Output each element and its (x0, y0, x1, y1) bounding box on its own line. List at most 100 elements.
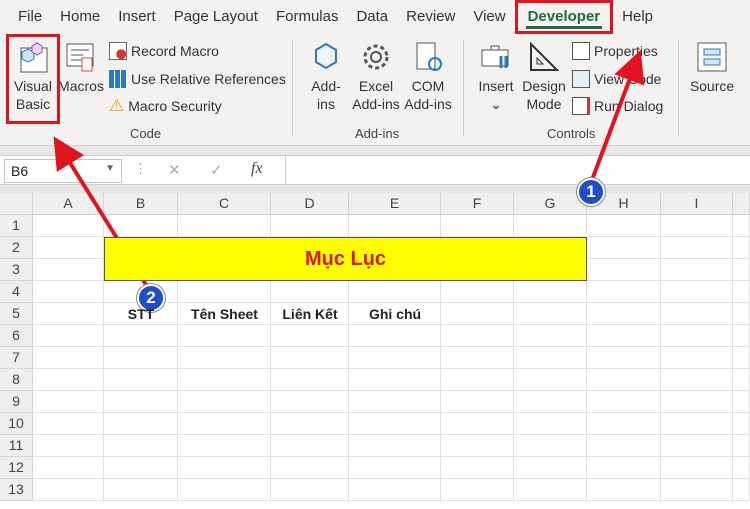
menu-data[interactable]: Data (347, 0, 397, 34)
cell[interactable] (33, 259, 104, 281)
column-header[interactable]: G (514, 193, 587, 215)
cell[interactable] (441, 215, 514, 237)
use-relative-references-button[interactable]: Use Relative References (109, 68, 286, 90)
name-box[interactable]: B6 ▼ (4, 159, 122, 183)
cell[interactable] (271, 457, 349, 479)
column-header[interactable]: F (441, 193, 514, 215)
cell[interactable] (271, 413, 349, 435)
cell[interactable] (104, 215, 178, 237)
cell[interactable] (441, 435, 514, 457)
cell[interactable] (178, 435, 271, 457)
cell[interactable] (441, 325, 514, 347)
cell[interactable] (33, 369, 104, 391)
cell[interactable] (349, 435, 441, 457)
merged-title-cell[interactable]: Mục Lục (104, 237, 587, 281)
select-all-button[interactable] (0, 193, 33, 215)
cell[interactable] (271, 369, 349, 391)
cell[interactable] (733, 325, 750, 347)
cell[interactable] (104, 413, 178, 435)
row-header[interactable]: 12 (0, 457, 33, 479)
view-code-button[interactable]: View Code (572, 68, 661, 90)
cell[interactable] (33, 435, 104, 457)
cell[interactable] (733, 413, 750, 435)
cell[interactable] (441, 369, 514, 391)
menu-review[interactable]: Review (397, 0, 464, 34)
cell[interactable] (733, 347, 750, 369)
cell[interactable] (514, 413, 587, 435)
header-ten-sheet[interactable]: Tên Sheet (178, 303, 271, 325)
cell[interactable] (178, 215, 271, 237)
cell[interactable] (33, 479, 104, 501)
cell[interactable] (661, 413, 733, 435)
cell[interactable] (441, 281, 514, 303)
macros-button[interactable]: Macros (58, 40, 104, 95)
cell[interactable] (271, 347, 349, 369)
cell[interactable] (271, 215, 349, 237)
run-dialog-button[interactable]: Run Dialog (572, 95, 663, 117)
cell[interactable] (514, 347, 587, 369)
row-header[interactable]: 2 (0, 237, 33, 259)
column-header[interactable]: C (178, 193, 271, 215)
row-header[interactable]: 1 (0, 215, 33, 237)
row-header[interactable]: 6 (0, 325, 33, 347)
cell[interactable] (661, 391, 733, 413)
cell[interactable] (104, 347, 178, 369)
cell[interactable] (733, 435, 750, 457)
cell[interactable] (441, 303, 514, 325)
cell[interactable] (178, 281, 271, 303)
column-header[interactable]: I (661, 193, 733, 215)
column-header[interactable]: A (33, 193, 104, 215)
cell[interactable] (661, 237, 733, 259)
row-header[interactable]: 7 (0, 347, 33, 369)
column-header[interactable]: B (104, 193, 178, 215)
enter-icon[interactable]: ✓ (210, 161, 223, 179)
insert-control-button[interactable]: Insert ⌄ (475, 40, 517, 113)
cell[interactable] (271, 325, 349, 347)
cell[interactable] (104, 391, 178, 413)
menu-page-layout[interactable]: Page Layout (165, 0, 267, 34)
cell[interactable] (441, 391, 514, 413)
menu-insert[interactable]: Insert (109, 0, 165, 34)
cell[interactable] (271, 391, 349, 413)
cell[interactable] (178, 457, 271, 479)
cell[interactable] (514, 325, 587, 347)
cell[interactable] (733, 457, 750, 479)
cell[interactable] (33, 215, 104, 237)
excel-add-ins-button[interactable]: Excel Add-ins (350, 40, 402, 113)
macro-security-button[interactable]: ⚠ Macro Security (109, 95, 222, 117)
cell[interactable] (33, 413, 104, 435)
cell[interactable] (349, 369, 441, 391)
record-macro-button[interactable]: Record Macro (109, 40, 219, 62)
cell[interactable] (178, 391, 271, 413)
cell[interactable] (733, 303, 750, 325)
com-add-ins-button[interactable]: COM Add-ins (402, 40, 454, 113)
cell[interactable] (661, 303, 733, 325)
cell[interactable] (514, 479, 587, 501)
row-header[interactable]: 13 (0, 479, 33, 501)
row-header[interactable]: 8 (0, 369, 33, 391)
cell[interactable] (733, 479, 750, 501)
menu-home[interactable]: Home (51, 0, 109, 34)
cell[interactable] (514, 435, 587, 457)
cell[interactable] (661, 457, 733, 479)
row-header[interactable]: 11 (0, 435, 33, 457)
cell[interactable] (349, 413, 441, 435)
cell[interactable] (349, 457, 441, 479)
cell[interactable] (178, 413, 271, 435)
cell[interactable] (349, 281, 441, 303)
menu-view[interactable]: View (464, 0, 514, 34)
cell[interactable] (733, 215, 750, 237)
cell[interactable] (178, 479, 271, 501)
cell[interactable] (587, 369, 661, 391)
cell[interactable] (33, 325, 104, 347)
cell[interactable] (441, 347, 514, 369)
cell[interactable] (104, 457, 178, 479)
cell[interactable] (178, 325, 271, 347)
cell[interactable] (514, 281, 587, 303)
properties-button[interactable]: Properties (572, 40, 658, 62)
cell[interactable] (514, 457, 587, 479)
row-header[interactable]: 3 (0, 259, 33, 281)
column-header[interactable]: E (349, 193, 441, 215)
column-header[interactable] (733, 193, 750, 215)
cell[interactable] (587, 303, 661, 325)
